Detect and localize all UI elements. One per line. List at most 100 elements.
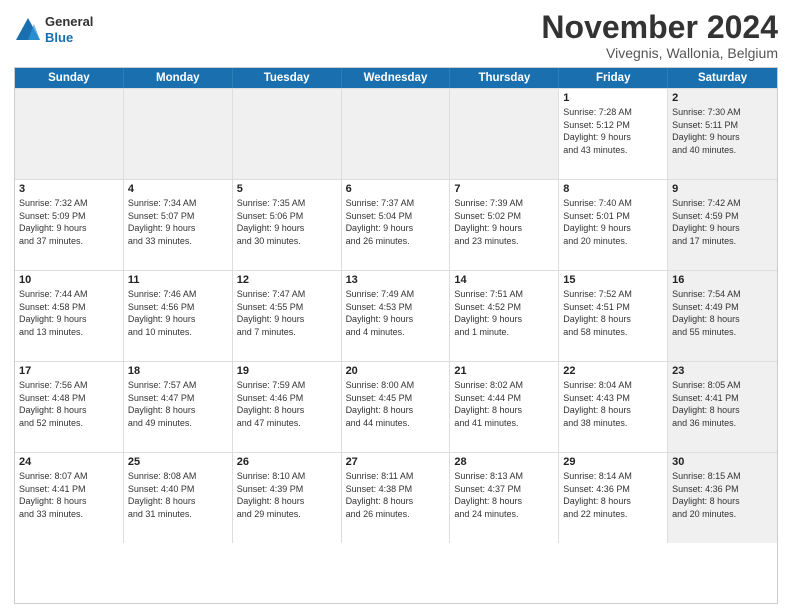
day-number: 26	[237, 456, 337, 468]
calendar-day-1: 1 Sunrise: 7:28 AM Sunset: 5:12 PM Daylig…	[559, 89, 668, 179]
weekday-header-saturday: Saturday	[668, 68, 777, 88]
day-info: Sunrise: 7:37 AM Sunset: 5:04 PM Dayligh…	[346, 197, 446, 247]
calendar-day-empty-0-0	[15, 89, 124, 179]
calendar-day-8: 8 Sunrise: 7:40 AM Sunset: 5:01 PM Daylig…	[559, 180, 668, 270]
weekday-header-monday: Monday	[124, 68, 233, 88]
calendar-day-empty-0-1	[124, 89, 233, 179]
day-info: Sunrise: 8:15 AM Sunset: 4:36 PM Dayligh…	[672, 470, 773, 520]
day-number: 12	[237, 274, 337, 286]
header: General Blue November 2024 Vivegnis, Wal…	[14, 10, 778, 61]
day-number: 9	[672, 183, 773, 195]
day-number: 6	[346, 183, 446, 195]
calendar-day-10: 10 Sunrise: 7:44 AM Sunset: 4:58 PM Dayli…	[15, 271, 124, 361]
day-number: 20	[346, 365, 446, 377]
day-number: 10	[19, 274, 119, 286]
calendar-body: 1 Sunrise: 7:28 AM Sunset: 5:12 PM Daylig…	[15, 88, 777, 543]
logo-text: General Blue	[45, 14, 93, 45]
calendar-day-17: 17 Sunrise: 7:56 AM Sunset: 4:48 PM Dayli…	[15, 362, 124, 452]
day-info: Sunrise: 7:56 AM Sunset: 4:48 PM Dayligh…	[19, 379, 119, 429]
calendar-day-empty-0-3	[342, 89, 451, 179]
day-number: 14	[454, 274, 554, 286]
day-number: 13	[346, 274, 446, 286]
calendar-day-3: 3Sunrise: 7:32 AM Sunset: 5:09 PM Daylig…	[15, 180, 124, 270]
day-number: 19	[237, 365, 337, 377]
day-info: Sunrise: 7:51 AM Sunset: 4:52 PM Dayligh…	[454, 288, 554, 338]
day-info: Sunrise: 7:57 AM Sunset: 4:47 PM Dayligh…	[128, 379, 228, 429]
calendar-day-12: 12 Sunrise: 7:47 AM Sunset: 4:55 PM Dayli…	[233, 271, 342, 361]
day-info: Sunrise: 7:52 AM Sunset: 4:51 PM Dayligh…	[563, 288, 663, 338]
calendar-day-23: 23 Sunrise: 8:05 AM Sunset: 4:41 PM Dayli…	[668, 362, 777, 452]
calendar-day-6: 6 Sunrise: 7:37 AM Sunset: 5:04 PM Daylig…	[342, 180, 451, 270]
day-number: 17	[19, 365, 119, 377]
calendar-header: SundayMondayTuesdayWednesdayThursdayFrid…	[15, 68, 777, 88]
title-block: November 2024 Vivegnis, Wallonia, Belgiu…	[541, 10, 778, 61]
calendar-day-29: 29Sunrise: 8:14 AM Sunset: 4:36 PM Dayli…	[559, 453, 668, 543]
day-number: 2	[672, 92, 773, 104]
calendar-day-16: 16Sunrise: 7:54 AM Sunset: 4:49 PM Dayli…	[668, 271, 777, 361]
day-info: Sunrise: 7:28 AM Sunset: 5:12 PM Dayligh…	[563, 106, 663, 156]
day-info: Sunrise: 7:49 AM Sunset: 4:53 PM Dayligh…	[346, 288, 446, 338]
day-number: 8	[563, 183, 663, 195]
calendar-day-27: 27 Sunrise: 8:11 AM Sunset: 4:38 PM Dayli…	[342, 453, 451, 543]
day-number: 27	[346, 456, 446, 468]
logo-icon	[14, 16, 42, 44]
day-info: Sunrise: 8:11 AM Sunset: 4:38 PM Dayligh…	[346, 470, 446, 520]
day-info: Sunrise: 8:04 AM Sunset: 4:43 PM Dayligh…	[563, 379, 663, 429]
day-info: Sunrise: 7:40 AM Sunset: 5:01 PM Dayligh…	[563, 197, 663, 247]
calendar-day-25: 25Sunrise: 8:08 AM Sunset: 4:40 PM Dayli…	[124, 453, 233, 543]
calendar-day-11: 11Sunrise: 7:46 AM Sunset: 4:56 PM Dayli…	[124, 271, 233, 361]
day-number: 22	[563, 365, 663, 377]
weekday-header-tuesday: Tuesday	[233, 68, 342, 88]
calendar-day-15: 15 Sunrise: 7:52 AM Sunset: 4:51 PM Dayli…	[559, 271, 668, 361]
day-info: Sunrise: 7:35 AM Sunset: 5:06 PM Dayligh…	[237, 197, 337, 247]
weekday-header-thursday: Thursday	[450, 68, 559, 88]
logo: General Blue	[14, 14, 93, 45]
calendar-row-4: 24 Sunrise: 8:07 AM Sunset: 4:41 PM Dayli…	[15, 452, 777, 543]
calendar-day-30: 30Sunrise: 8:15 AM Sunset: 4:36 PM Dayli…	[668, 453, 777, 543]
day-info: Sunrise: 7:47 AM Sunset: 4:55 PM Dayligh…	[237, 288, 337, 338]
day-number: 7	[454, 183, 554, 195]
calendar-day-20: 20 Sunrise: 8:00 AM Sunset: 4:45 PM Dayli…	[342, 362, 451, 452]
day-info: Sunrise: 8:07 AM Sunset: 4:41 PM Dayligh…	[19, 470, 119, 520]
weekday-header-wednesday: Wednesday	[342, 68, 451, 88]
day-info: Sunrise: 8:10 AM Sunset: 4:39 PM Dayligh…	[237, 470, 337, 520]
calendar-day-19: 19 Sunrise: 7:59 AM Sunset: 4:46 PM Dayli…	[233, 362, 342, 452]
day-info: Sunrise: 7:30 AM Sunset: 5:11 PM Dayligh…	[672, 106, 773, 156]
day-number: 21	[454, 365, 554, 377]
calendar-day-24: 24 Sunrise: 8:07 AM Sunset: 4:41 PM Dayli…	[15, 453, 124, 543]
day-info: Sunrise: 7:59 AM Sunset: 4:46 PM Dayligh…	[237, 379, 337, 429]
day-number: 18	[128, 365, 228, 377]
day-info: Sunrise: 8:05 AM Sunset: 4:41 PM Dayligh…	[672, 379, 773, 429]
location: Vivegnis, Wallonia, Belgium	[541, 45, 778, 61]
calendar-day-22: 22 Sunrise: 8:04 AM Sunset: 4:43 PM Dayli…	[559, 362, 668, 452]
calendar-day-empty-0-4	[450, 89, 559, 179]
calendar-day-21: 21 Sunrise: 8:02 AM Sunset: 4:44 PM Dayli…	[450, 362, 559, 452]
calendar-day-28: 28Sunrise: 8:13 AM Sunset: 4:37 PM Dayli…	[450, 453, 559, 543]
day-number: 1	[563, 92, 663, 104]
day-info: Sunrise: 7:34 AM Sunset: 5:07 PM Dayligh…	[128, 197, 228, 247]
day-number: 29	[563, 456, 663, 468]
weekday-header-friday: Friday	[559, 68, 668, 88]
day-number: 23	[672, 365, 773, 377]
calendar-day-2: 2 Sunrise: 7:30 AM Sunset: 5:11 PM Daylig…	[668, 89, 777, 179]
day-number: 24	[19, 456, 119, 468]
calendar-day-5: 5 Sunrise: 7:35 AM Sunset: 5:06 PM Daylig…	[233, 180, 342, 270]
day-info: Sunrise: 8:02 AM Sunset: 4:44 PM Dayligh…	[454, 379, 554, 429]
day-info: Sunrise: 8:08 AM Sunset: 4:40 PM Dayligh…	[128, 470, 228, 520]
day-number: 5	[237, 183, 337, 195]
day-number: 3	[19, 183, 119, 195]
calendar-row-0: 1 Sunrise: 7:28 AM Sunset: 5:12 PM Daylig…	[15, 88, 777, 179]
calendar-day-7: 7 Sunrise: 7:39 AM Sunset: 5:02 PM Daylig…	[450, 180, 559, 270]
calendar-row-2: 10 Sunrise: 7:44 AM Sunset: 4:58 PM Dayli…	[15, 270, 777, 361]
day-number: 15	[563, 274, 663, 286]
logo-blue: Blue	[45, 30, 93, 46]
calendar: SundayMondayTuesdayWednesdayThursdayFrid…	[14, 67, 778, 604]
day-info: Sunrise: 7:39 AM Sunset: 5:02 PM Dayligh…	[454, 197, 554, 247]
day-info: Sunrise: 7:44 AM Sunset: 4:58 PM Dayligh…	[19, 288, 119, 338]
day-info: Sunrise: 8:00 AM Sunset: 4:45 PM Dayligh…	[346, 379, 446, 429]
calendar-day-13: 13 Sunrise: 7:49 AM Sunset: 4:53 PM Dayli…	[342, 271, 451, 361]
day-number: 4	[128, 183, 228, 195]
month-title: November 2024	[541, 10, 778, 45]
calendar-day-14: 14 Sunrise: 7:51 AM Sunset: 4:52 PM Dayli…	[450, 271, 559, 361]
day-number: 28	[454, 456, 554, 468]
